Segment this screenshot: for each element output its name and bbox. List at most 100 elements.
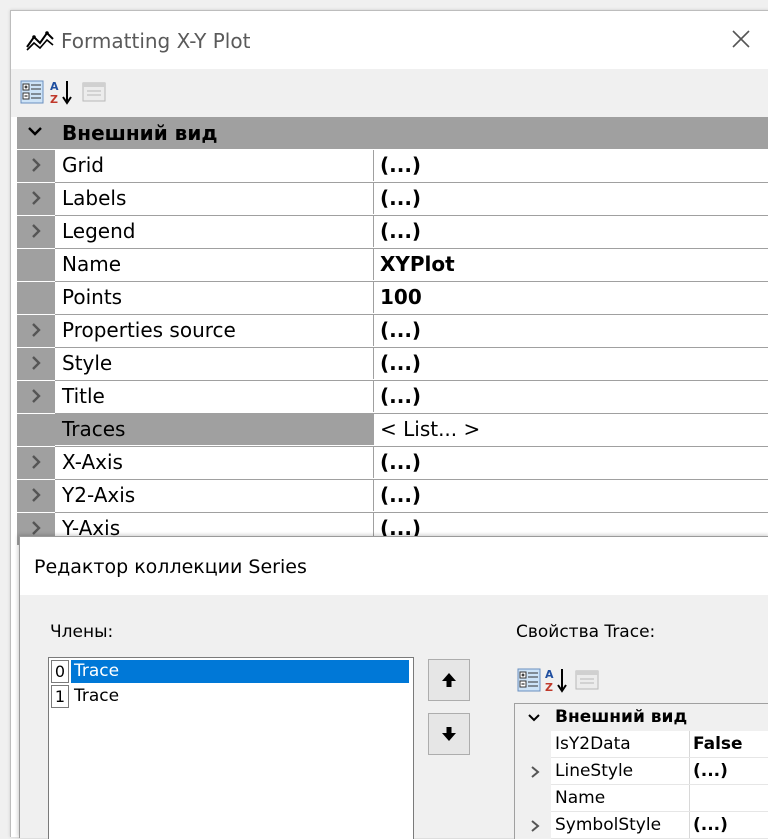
property-name-cell[interactable]: Points [55, 282, 374, 313]
chevron-right-icon[interactable] [29, 322, 43, 338]
property-name: Legend [62, 219, 136, 243]
row-margin [17, 414, 55, 446]
property-name: IsY2Data [555, 734, 631, 754]
property-row[interactable]: Properties source (...) [17, 315, 768, 348]
list-item[interactable]: 1 Trace [51, 685, 411, 708]
arrow-up-icon [442, 673, 456, 687]
move-up-button[interactable] [428, 659, 470, 701]
property-value-cell[interactable]: (...) [374, 348, 768, 379]
property-name: Properties source [62, 318, 236, 342]
property-name-cell[interactable]: Traces [55, 414, 374, 445]
category-appearance[interactable]: Внешний вид [17, 117, 768, 150]
property-value-cell[interactable]: (...) [374, 480, 768, 511]
chevron-right-icon[interactable] [29, 190, 43, 206]
dialog-title: Редактор коллекции Series [34, 556, 307, 578]
chevron-right-icon[interactable] [529, 819, 541, 833]
category-appearance[interactable]: Внешний вид [515, 704, 768, 731]
property-value-cell[interactable]: (...) [374, 447, 768, 478]
property-name-cell[interactable]: Name [55, 249, 374, 280]
property-value: XYPlot [380, 252, 455, 276]
member-index: 0 [51, 660, 69, 683]
svg-text:A: A [50, 80, 59, 93]
chevron-right-icon[interactable] [29, 520, 43, 536]
property-value-cell[interactable]: (...) [374, 150, 768, 181]
property-row[interactable]: Name XYPlot [17, 249, 768, 282]
categorized-icon [20, 80, 44, 104]
property-name-cell[interactable]: Legend [55, 216, 374, 247]
trace-property-row[interactable]: Name [515, 785, 768, 812]
close-icon [732, 30, 750, 48]
column-divider [689, 812, 690, 839]
chevron-right-icon[interactable] [29, 487, 43, 503]
property-grid: Внешний вид Grid (...) Labels (...) Legend (.… [17, 117, 768, 546]
chevron-right-icon[interactable] [29, 223, 43, 239]
property-row[interactable]: Legend (...) [17, 216, 768, 249]
property-row[interactable]: Points 100 [17, 282, 768, 315]
arrow-down-icon [442, 727, 456, 741]
members-list[interactable]: 0 Trace 1 Trace [48, 657, 414, 839]
property-name: Style [62, 351, 113, 375]
formatting-window: Formatting X-Y Plot A Z Внешний вид Grid… [10, 10, 768, 839]
property-value-cell[interactable]: < List... > [374, 414, 768, 445]
property-value: (...) [380, 186, 422, 210]
list-item[interactable]: 0 Trace [51, 660, 411, 683]
property-name: Traces [62, 417, 126, 441]
property-row[interactable]: X-Axis (...) [17, 447, 768, 480]
categorized-button[interactable] [19, 79, 45, 105]
property-pages-icon [82, 82, 106, 102]
property-name: X-Axis [62, 450, 123, 474]
move-down-button[interactable] [428, 713, 470, 755]
property-name-cell[interactable]: Style [55, 348, 374, 379]
trace-properties-toolbar: A Z [514, 663, 768, 697]
property-name-cell[interactable]: Title [55, 381, 374, 412]
property-value: (...) [380, 450, 422, 474]
property-name-cell[interactable]: X-Axis [55, 447, 374, 478]
property-value[interactable]: False [693, 734, 743, 754]
property-row[interactable]: Labels (...) [17, 183, 768, 216]
chevron-right-icon[interactable] [29, 388, 43, 404]
row-margin [17, 282, 55, 314]
categorized-button[interactable] [516, 667, 542, 693]
property-pages-button[interactable] [81, 79, 107, 105]
category-label: Внешний вид [555, 707, 688, 727]
trace-property-row[interactable]: LineStyle (...) [515, 758, 768, 785]
column-divider [689, 731, 690, 758]
chevron-right-icon[interactable] [529, 765, 541, 779]
property-pages-button[interactable] [574, 667, 600, 693]
property-name: Name [62, 252, 122, 276]
property-value-cell[interactable]: 100 [374, 282, 768, 313]
property-name-cell[interactable]: Grid [55, 150, 374, 181]
property-value[interactable]: (...) [693, 761, 728, 781]
property-name-cell[interactable]: Properties source [55, 315, 374, 346]
chevron-right-icon[interactable] [29, 355, 43, 371]
property-pages-icon [575, 670, 599, 690]
close-button[interactable] [723, 21, 759, 57]
svg-text:Z: Z [50, 93, 58, 105]
property-value-cell[interactable]: XYPlot [374, 249, 768, 280]
property-row[interactable]: Grid (...) [17, 150, 768, 183]
chevron-right-icon[interactable] [29, 454, 43, 470]
row-margin [515, 731, 551, 758]
property-value[interactable]: (...) [693, 815, 728, 835]
column-divider [689, 758, 690, 785]
property-name-cell[interactable]: Labels [55, 183, 374, 214]
trace-property-row[interactable]: SymbolStyle (...) [515, 812, 768, 839]
property-row[interactable]: Title (...) [17, 381, 768, 414]
alphabetical-button[interactable]: A Z [49, 79, 75, 105]
property-row[interactable]: Y2-Axis (...) [17, 480, 768, 513]
property-value: (...) [380, 351, 422, 375]
categorized-icon [517, 668, 541, 692]
property-value-cell[interactable]: (...) [374, 183, 768, 214]
xy-plot-icon [26, 31, 54, 51]
property-value-cell[interactable]: (...) [374, 216, 768, 247]
row-margin [17, 249, 55, 281]
property-row[interactable]: Traces < List... > [17, 414, 768, 447]
property-value-cell[interactable]: (...) [374, 381, 768, 412]
property-name: Name [555, 788, 606, 808]
property-name-cell[interactable]: Y2-Axis [55, 480, 374, 511]
alphabetical-button[interactable]: A Z [544, 667, 570, 693]
property-value-cell[interactable]: (...) [374, 315, 768, 346]
chevron-right-icon[interactable] [29, 157, 43, 173]
trace-property-row[interactable]: IsY2Data False [515, 731, 768, 758]
property-row[interactable]: Style (...) [17, 348, 768, 381]
